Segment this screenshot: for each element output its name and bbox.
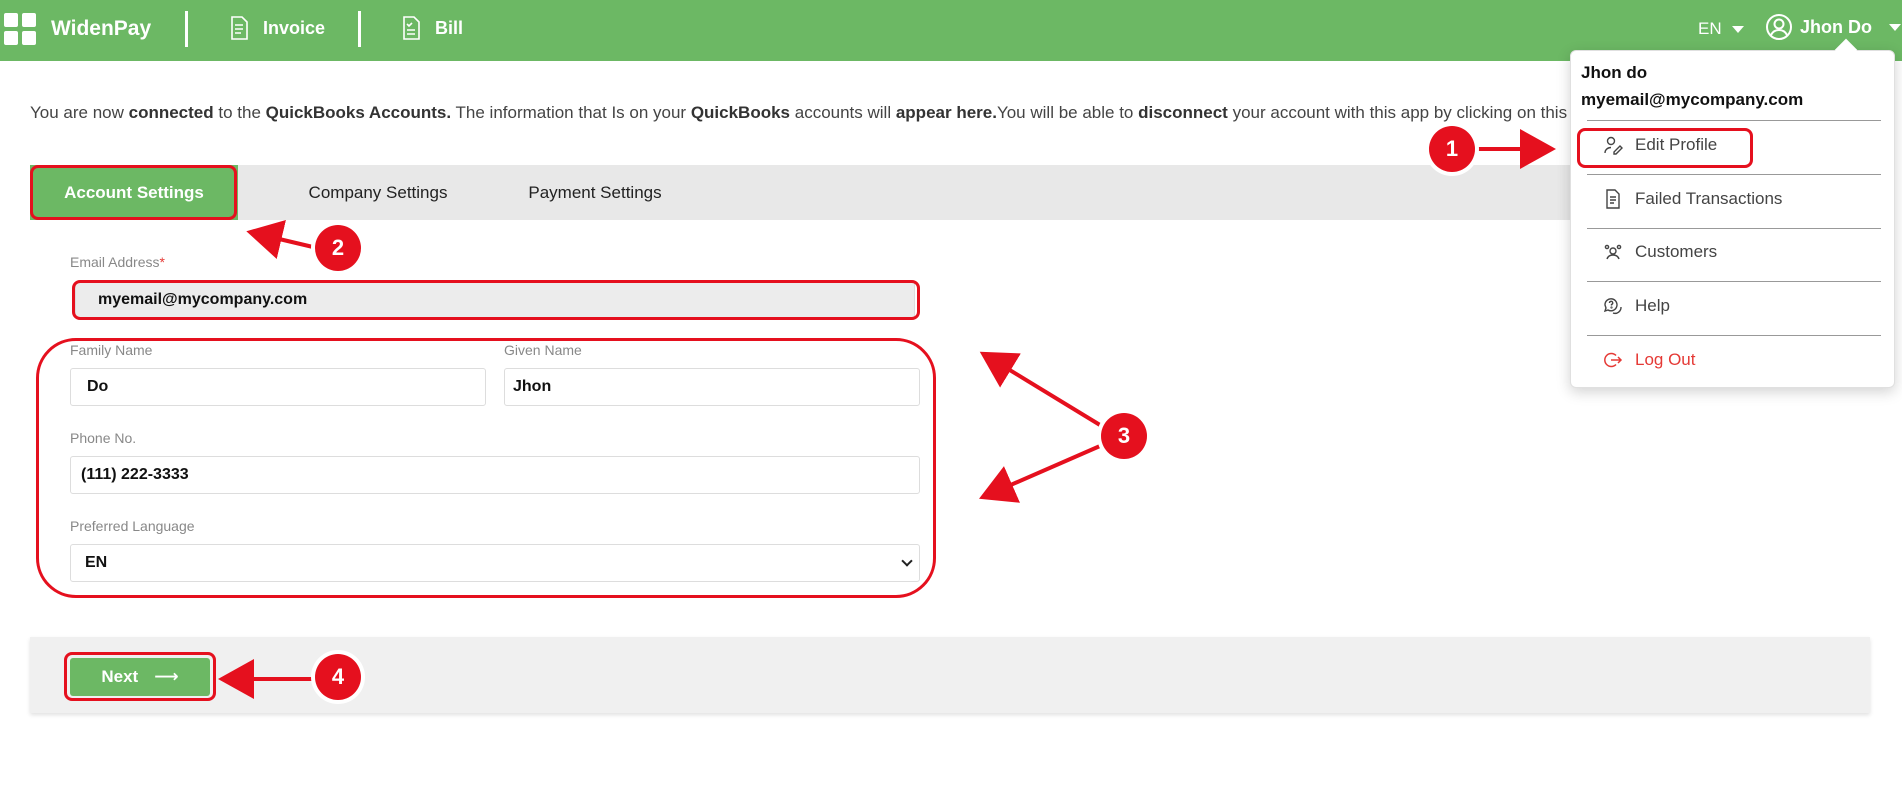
annotation-badge-4: 4 [315,654,361,700]
arrow-to-profile-fields-top [979,351,1102,427]
annotation-badge-2: 2 [315,225,361,271]
annotation-badge-1: 1 [1429,126,1475,172]
arrow-to-account-tab [246,220,314,259]
arrow-to-profile-fields-bottom [979,444,1101,503]
annotation-arrows [218,129,1556,699]
annotation-badge-3: 3 [1101,413,1147,459]
